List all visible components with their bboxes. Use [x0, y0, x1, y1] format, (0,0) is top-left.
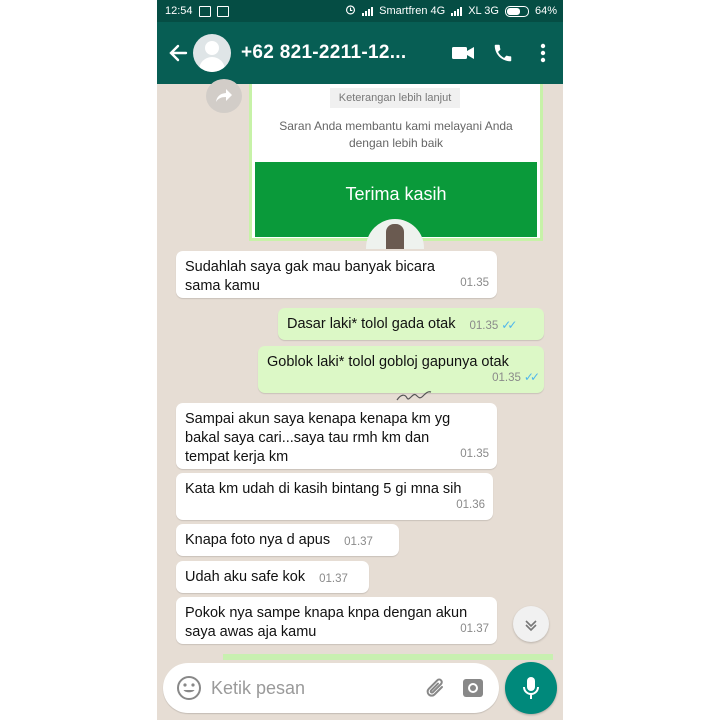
attach-icon — [426, 678, 443, 697]
card-avatar-image — [366, 219, 424, 249]
notification-icon — [198, 5, 211, 17]
message-bubble-outgoing[interactable]: Goblok laki* tolol gobloj gapunya otak 0… — [258, 346, 544, 393]
more-vert-icon — [540, 43, 546, 63]
message-bubble-incoming[interactable]: Sampai akun saya kenapa kenapa km yg bak… — [176, 403, 497, 469]
gallery-notification-icon — [216, 5, 229, 17]
camera-button[interactable] — [453, 668, 493, 708]
message-time: 01.37 — [460, 623, 489, 635]
card-banner: Terima kasih — [255, 158, 537, 249]
battery-percent: 64% — [534, 5, 557, 17]
message-text: Kata km udah di kasih bintang 5 gi mna s… — [185, 481, 462, 497]
message-time: 01.37 — [319, 573, 348, 585]
camera-icon — [463, 679, 483, 697]
back-button[interactable] — [163, 38, 193, 68]
message-time: 01.36 — [456, 499, 485, 511]
message-text: Sudahlah saya gak mau banyak bicara sama… — [185, 259, 435, 294]
message-bubble-outgoing[interactable]: Dasar laki* tolol gada otak 01.35 ✓✓ — [278, 308, 544, 340]
message-text: Udah aku safe kok — [185, 569, 306, 585]
battery-icon — [504, 5, 529, 17]
message-bubble-incoming[interactable]: Kata km udah di kasih bintang 5 gi mna s… — [176, 473, 493, 520]
card-thanks-text: Terima kasih — [345, 184, 447, 204]
voice-record-button[interactable] — [505, 662, 557, 714]
signal-icon-2 — [451, 6, 463, 16]
read-receipt-icon: ✓✓ — [501, 318, 517, 332]
message-text: Sampai akun saya kenapa kenapa km yg bak… — [185, 411, 451, 465]
video-call-button[interactable] — [443, 33, 483, 73]
chevron-down-icon — [525, 620, 537, 632]
contact-avatar[interactable] — [193, 34, 231, 72]
status-carrier-1: Smartfren 4G — [379, 5, 446, 17]
status-bar: 12:54 Smartfren 4G XL 3G 64% — [157, 0, 563, 22]
message-bubble-incoming[interactable]: Knapa foto nya d apus 01.37 — [176, 524, 399, 556]
more-info-button: Keterangan lebih lanjut — [330, 88, 460, 108]
message-input[interactable]: Ketik pesan — [211, 678, 305, 699]
message-bubble-incoming[interactable]: Pokok nya sampe knapa knpa dengan akun s… — [176, 597, 497, 644]
forwarded-image-card[interactable]: Keterangan lebih lanjut Saran Anda memba… — [249, 84, 543, 249]
card-note: Saran Anda membantu kami melayani Anda d… — [279, 119, 513, 150]
message-time: 01.35 — [492, 372, 521, 384]
contact-name[interactable]: +62 821-2211-12... — [241, 42, 406, 64]
mic-icon — [523, 677, 539, 699]
status-time: 12:54 — [165, 5, 193, 17]
forward-button[interactable] — [206, 79, 242, 113]
message-text: Pokok nya sampe knapa knpa dengan akun s… — [185, 605, 468, 640]
more-options-button[interactable] — [523, 33, 563, 73]
emoji-button[interactable] — [169, 668, 209, 708]
scroll-to-bottom-button[interactable] — [513, 606, 549, 642]
message-bubble-incoming[interactable]: Udah aku safe kok 01.37 — [176, 561, 369, 593]
message-time: 01.35 — [469, 320, 499, 332]
alarm-icon — [345, 4, 356, 18]
phone-call-icon — [494, 44, 512, 62]
emoji-icon — [177, 676, 201, 700]
scribble-mark — [396, 391, 432, 401]
voice-call-button[interactable] — [483, 33, 523, 73]
forward-icon — [216, 89, 232, 102]
message-time: 01.37 — [344, 536, 373, 548]
message-bubble-incoming[interactable]: Sudahlah saya gak mau banyak bicara sama… — [176, 251, 497, 298]
signal-icon — [362, 6, 374, 16]
status-carrier-2: XL 3G — [468, 5, 499, 17]
message-time: 01.35 — [460, 448, 489, 460]
video-call-icon — [452, 47, 474, 59]
message-time: 01.35 — [460, 277, 489, 289]
message-composer: Ketik pesan — [163, 663, 499, 713]
read-receipt-icon: ✓✓ — [523, 370, 540, 384]
partial-outgoing-bubble — [223, 654, 553, 660]
back-arrow-icon — [169, 44, 188, 62]
attach-button[interactable] — [419, 668, 453, 708]
phone-screen: 12:54 Smartfren 4G XL 3G 64% +62 821-221… — [157, 0, 563, 720]
message-text: Knapa foto nya d apus — [185, 532, 331, 548]
chat-header: +62 821-2211-12... — [157, 22, 563, 84]
message-text: Dasar laki* tolol gada otak — [287, 316, 456, 332]
